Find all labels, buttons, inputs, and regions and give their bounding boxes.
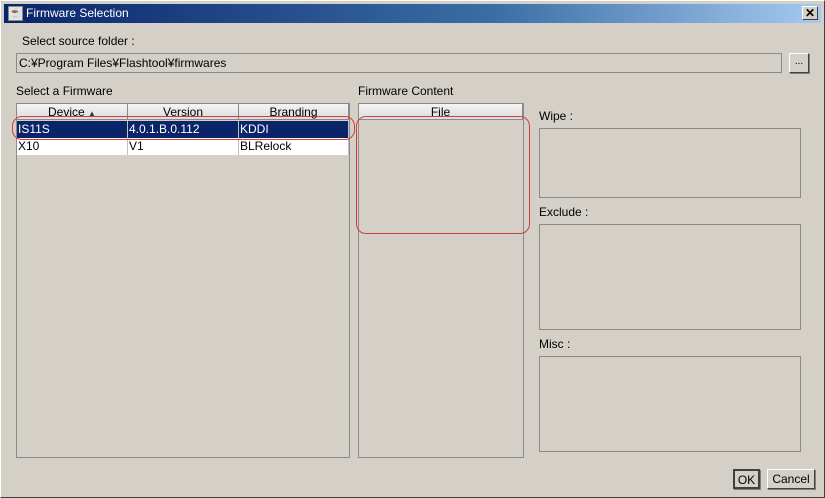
close-button[interactable]: ✕: [802, 6, 818, 20]
ok-button[interactable]: OK: [733, 469, 760, 489]
cell-device: X10: [17, 138, 128, 155]
source-folder-label: Select source folder :: [22, 34, 135, 48]
exclude-list[interactable]: [539, 224, 801, 330]
misc-label: Misc :: [539, 337, 571, 351]
annotation-highlight-row: [12, 116, 355, 140]
cancel-button[interactable]: Cancel: [767, 469, 815, 489]
title-bar: ☕ Firmware Selection ✕: [4, 4, 821, 23]
wipe-label: Wipe :: [539, 109, 574, 123]
exclude-label: Exclude :: [539, 205, 589, 219]
firmware-table[interactable]: Device ▲ Version Branding IS11S 4.0.1.B.…: [16, 103, 350, 458]
source-folder-input[interactable]: C:¥Program Files¥Flashtool¥firmwares: [16, 53, 782, 73]
misc-list[interactable]: [539, 356, 801, 452]
cell-branding: BLRelock: [239, 138, 349, 155]
table-row[interactable]: X10 V1 BLRelock: [17, 138, 349, 155]
wipe-list[interactable]: [539, 128, 801, 198]
firmware-content-label: Firmware Content: [358, 84, 454, 98]
browse-button[interactable]: ...: [789, 53, 809, 73]
annotation-highlight-content: [356, 116, 530, 234]
window-title: Firmware Selection: [26, 6, 129, 20]
java-icon: ☕: [8, 6, 23, 21]
select-firmware-label: Select a Firmware: [16, 84, 113, 98]
cell-version: V1: [128, 138, 239, 155]
